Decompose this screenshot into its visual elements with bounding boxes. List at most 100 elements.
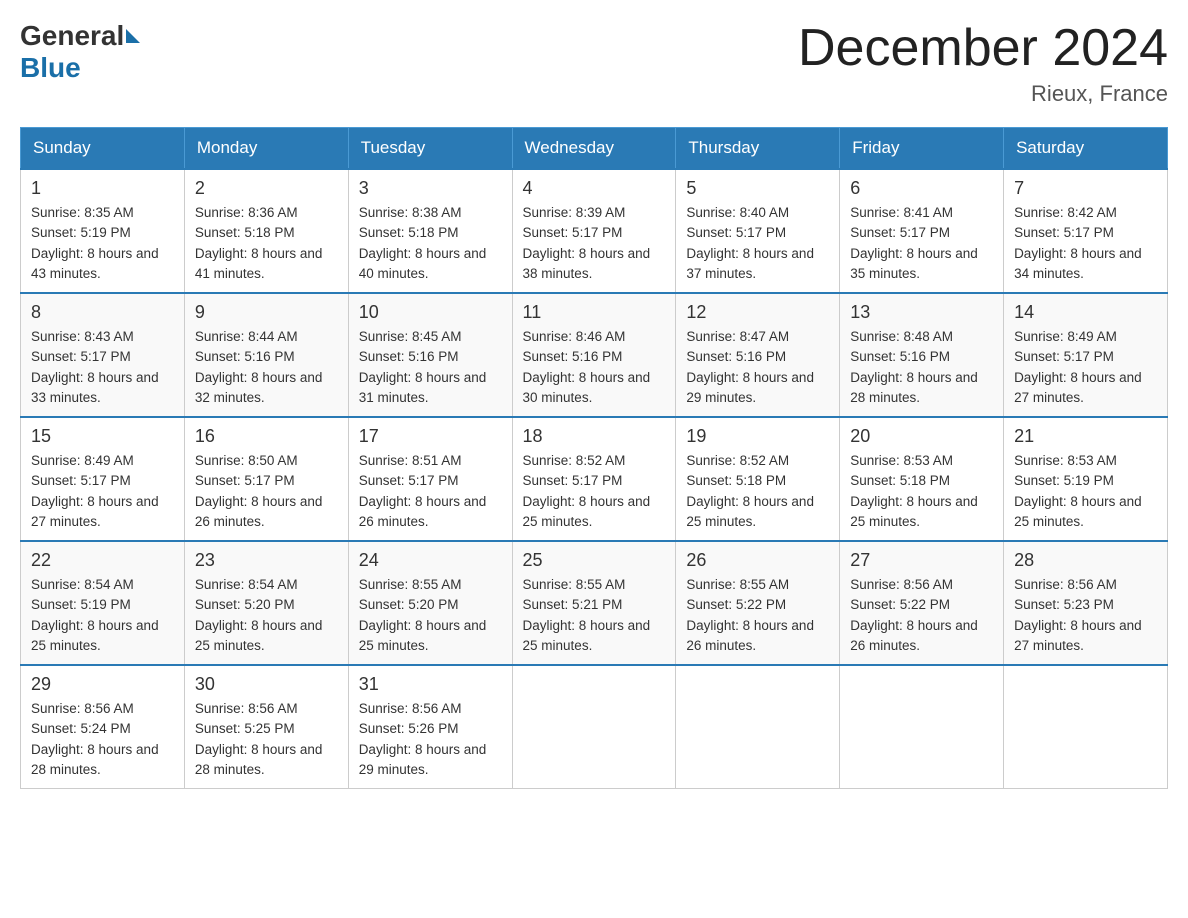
day-number: 5 (686, 178, 829, 199)
week-row-2: 8Sunrise: 8:43 AMSunset: 5:17 PMDaylight… (21, 293, 1168, 417)
day-info: Sunrise: 8:49 AMSunset: 5:17 PMDaylight:… (31, 451, 174, 532)
logo-general-text: General (20, 20, 124, 52)
day-number: 21 (1014, 426, 1157, 447)
day-number: 17 (359, 426, 502, 447)
day-info: Sunrise: 8:56 AMSunset: 5:24 PMDaylight:… (31, 699, 174, 780)
day-info: Sunrise: 8:55 AMSunset: 5:21 PMDaylight:… (523, 575, 666, 656)
day-number: 20 (850, 426, 993, 447)
week-row-3: 15 Sunrise: 8:49 AMSunset: 5:17 PMDayligh… (21, 417, 1168, 541)
day-number: 10 (359, 302, 502, 323)
day-info: Sunrise: 8:52 AMSunset: 5:17 PMDaylight:… (523, 451, 666, 532)
day-info: Sunrise: 8:46 AMSunset: 5:16 PMDaylight:… (523, 327, 666, 408)
empty-cell (840, 665, 1004, 789)
day-number: 12 (686, 302, 829, 323)
day-number: 3 (359, 178, 502, 199)
weekday-header-wednesday: Wednesday (512, 128, 676, 170)
weekday-header-monday: Monday (184, 128, 348, 170)
day-number: 9 (195, 302, 338, 323)
day-number: 23 (195, 550, 338, 571)
day-info: Sunrise: 8:53 AMSunset: 5:19 PMDaylight:… (1014, 451, 1157, 532)
day-cell-9: 9 Sunrise: 8:44 AMSunset: 5:16 PMDaylight… (184, 293, 348, 417)
day-cell-4: 4 Sunrise: 8:39 AMSunset: 5:17 PMDaylight… (512, 169, 676, 293)
day-info: Sunrise: 8:56 AMSunset: 5:26 PMDaylight:… (359, 699, 502, 780)
day-cell-3: 3 Sunrise: 8:38 AMSunset: 5:18 PMDaylight… (348, 169, 512, 293)
day-info: Sunrise: 8:40 AMSunset: 5:17 PMDaylight:… (686, 203, 829, 284)
day-number: 8 (31, 302, 174, 323)
day-number: 15 (31, 426, 174, 447)
day-number: 14 (1014, 302, 1157, 323)
day-info: Sunrise: 8:52 AMSunset: 5:18 PMDaylight:… (686, 451, 829, 532)
weekday-header-thursday: Thursday (676, 128, 840, 170)
day-number: 27 (850, 550, 993, 571)
day-cell-13: 13 Sunrise: 8:48 AMSunset: 5:16 PMDayligh… (840, 293, 1004, 417)
day-info: Sunrise: 8:36 AMSunset: 5:18 PMDaylight:… (195, 203, 338, 284)
weekday-header-sunday: Sunday (21, 128, 185, 170)
day-cell-16: 16 Sunrise: 8:50 AMSunset: 5:17 PMDayligh… (184, 417, 348, 541)
day-info: Sunrise: 8:42 AMSunset: 5:17 PMDaylight:… (1014, 203, 1157, 284)
day-number: 24 (359, 550, 502, 571)
day-number: 30 (195, 674, 338, 695)
day-cell-19: 19 Sunrise: 8:52 AMSunset: 5:18 PMDayligh… (676, 417, 840, 541)
day-cell-8: 8Sunrise: 8:43 AMSunset: 5:17 PMDaylight… (21, 293, 185, 417)
day-number: 7 (1014, 178, 1157, 199)
day-number: 4 (523, 178, 666, 199)
day-cell-18: 18 Sunrise: 8:52 AMSunset: 5:17 PMDayligh… (512, 417, 676, 541)
weekday-header-tuesday: Tuesday (348, 128, 512, 170)
day-info: Sunrise: 8:38 AMSunset: 5:18 PMDaylight:… (359, 203, 502, 284)
day-info: Sunrise: 8:55 AMSunset: 5:20 PMDaylight:… (359, 575, 502, 656)
day-cell-17: 17Sunrise: 8:51 AMSunset: 5:17 PMDayligh… (348, 417, 512, 541)
empty-cell (512, 665, 676, 789)
title-section: December 2024 Rieux, France (798, 20, 1168, 107)
day-cell-23: 23 Sunrise: 8:54 AMSunset: 5:20 PMDayligh… (184, 541, 348, 665)
day-cell-28: 28Sunrise: 8:56 AMSunset: 5:23 PMDayligh… (1004, 541, 1168, 665)
day-number: 22 (31, 550, 174, 571)
empty-cell (676, 665, 840, 789)
day-cell-1: 1Sunrise: 8:35 AMSunset: 5:19 PMDaylight… (21, 169, 185, 293)
weekday-header-friday: Friday (840, 128, 1004, 170)
day-cell-10: 10Sunrise: 8:45 AMSunset: 5:16 PMDayligh… (348, 293, 512, 417)
day-info: Sunrise: 8:56 AMSunset: 5:22 PMDaylight:… (850, 575, 993, 656)
weekday-header-row: SundayMondayTuesdayWednesdayThursdayFrid… (21, 128, 1168, 170)
day-info: Sunrise: 8:49 AMSunset: 5:17 PMDaylight:… (1014, 327, 1157, 408)
day-cell-26: 26Sunrise: 8:55 AMSunset: 5:22 PMDayligh… (676, 541, 840, 665)
day-number: 18 (523, 426, 666, 447)
day-cell-22: 22 Sunrise: 8:54 AMSunset: 5:19 PMDayligh… (21, 541, 185, 665)
day-info: Sunrise: 8:48 AMSunset: 5:16 PMDaylight:… (850, 327, 993, 408)
day-cell-6: 6Sunrise: 8:41 AMSunset: 5:17 PMDaylight… (840, 169, 1004, 293)
day-info: Sunrise: 8:47 AMSunset: 5:16 PMDaylight:… (686, 327, 829, 408)
day-cell-5: 5 Sunrise: 8:40 AMSunset: 5:17 PMDaylight… (676, 169, 840, 293)
day-cell-25: 25 Sunrise: 8:55 AMSunset: 5:21 PMDayligh… (512, 541, 676, 665)
day-info: Sunrise: 8:39 AMSunset: 5:17 PMDaylight:… (523, 203, 666, 284)
day-number: 6 (850, 178, 993, 199)
day-cell-7: 7 Sunrise: 8:42 AMSunset: 5:17 PMDaylight… (1004, 169, 1168, 293)
week-row-1: 1Sunrise: 8:35 AMSunset: 5:19 PMDaylight… (21, 169, 1168, 293)
day-info: Sunrise: 8:54 AMSunset: 5:19 PMDaylight:… (31, 575, 174, 656)
logo-arrow-icon (126, 29, 140, 43)
day-number: 2 (195, 178, 338, 199)
day-info: Sunrise: 8:35 AMSunset: 5:19 PMDaylight:… (31, 203, 174, 284)
day-cell-29: 29 Sunrise: 8:56 AMSunset: 5:24 PMDayligh… (21, 665, 185, 789)
day-number: 11 (523, 302, 666, 323)
day-cell-30: 30Sunrise: 8:56 AMSunset: 5:25 PMDayligh… (184, 665, 348, 789)
day-info: Sunrise: 8:55 AMSunset: 5:22 PMDaylight:… (686, 575, 829, 656)
day-number: 16 (195, 426, 338, 447)
day-info: Sunrise: 8:54 AMSunset: 5:20 PMDaylight:… (195, 575, 338, 656)
week-row-5: 29 Sunrise: 8:56 AMSunset: 5:24 PMDayligh… (21, 665, 1168, 789)
day-cell-31: 31Sunrise: 8:56 AMSunset: 5:26 PMDayligh… (348, 665, 512, 789)
day-number: 19 (686, 426, 829, 447)
logo: General Blue (20, 20, 142, 84)
day-info: Sunrise: 8:56 AMSunset: 5:23 PMDaylight:… (1014, 575, 1157, 656)
day-cell-20: 20 Sunrise: 8:53 AMSunset: 5:18 PMDayligh… (840, 417, 1004, 541)
day-cell-21: 21 Sunrise: 8:53 AMSunset: 5:19 PMDayligh… (1004, 417, 1168, 541)
day-number: 13 (850, 302, 993, 323)
day-info: Sunrise: 8:53 AMSunset: 5:18 PMDaylight:… (850, 451, 993, 532)
logo-blue-text: Blue (20, 52, 81, 84)
location-subtitle: Rieux, France (798, 81, 1168, 107)
day-cell-12: 12 Sunrise: 8:47 AMSunset: 5:16 PMDayligh… (676, 293, 840, 417)
day-info: Sunrise: 8:44 AMSunset: 5:16 PMDaylight:… (195, 327, 338, 408)
calendar-table: SundayMondayTuesdayWednesdayThursdayFrid… (20, 127, 1168, 789)
day-number: 25 (523, 550, 666, 571)
day-info: Sunrise: 8:50 AMSunset: 5:17 PMDaylight:… (195, 451, 338, 532)
day-number: 29 (31, 674, 174, 695)
day-cell-27: 27 Sunrise: 8:56 AMSunset: 5:22 PMDayligh… (840, 541, 1004, 665)
